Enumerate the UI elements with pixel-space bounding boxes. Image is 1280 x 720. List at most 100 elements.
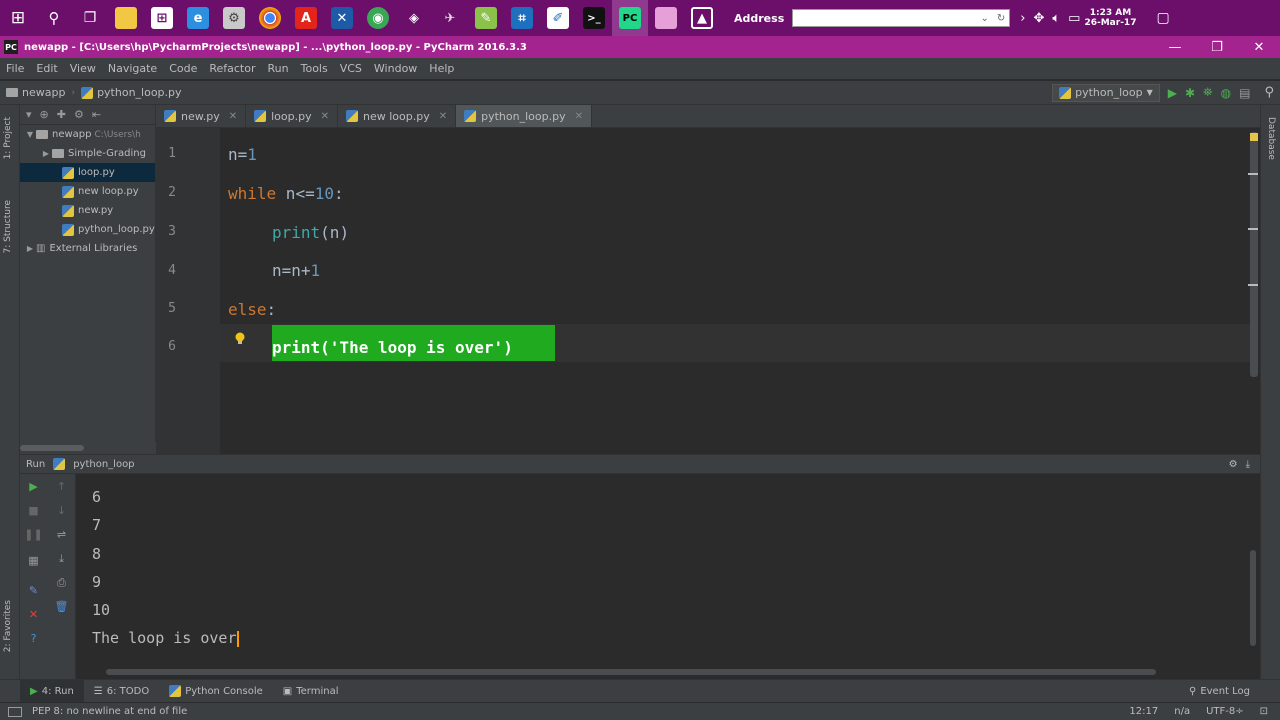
lightbulb-icon[interactable] [234,332,246,346]
notepad-plus-button[interactable]: ✎ [468,0,504,36]
cmd-button[interactable]: >_ [576,0,612,36]
expand-icon[interactable]: ✚ [57,108,66,121]
unity-button[interactable]: ◈ [396,0,432,36]
file-encoding[interactable]: UTF-8÷ [1206,706,1244,717]
menu-vcs[interactable]: VCS [334,62,368,75]
line-separator[interactable]: n/a [1174,706,1190,717]
coverage-icon[interactable]: ⛯ [1203,85,1213,100]
tool-tab-structure[interactable]: 7: Structure [3,200,13,254]
taskbar-clock[interactable]: 1:23 AM 26-Mar-17 [1084,8,1136,28]
tab-new-loop-py[interactable]: new loop.py ✕ [338,105,457,127]
pycharm-button[interactable]: PC [612,0,648,36]
move-icon[interactable]: ✥ [1033,11,1044,26]
scroll-from-source-icon[interactable]: ⊕ [40,108,49,121]
stripe-mark[interactable] [1248,228,1258,230]
tab-python-loop-py[interactable]: python_loop.py ✕ [456,105,592,127]
event-log-button[interactable]: ⚲ Event Log [1179,680,1280,703]
task-view-button[interactable]: ❐ [72,0,108,36]
editor-vertical-scrollbar[interactable] [1250,132,1258,377]
menu-window[interactable]: Window [368,62,423,75]
tree-item-file[interactable]: python_loop.py [20,220,155,239]
tool-tab-terminal[interactable]: ▣ Terminal [273,680,349,703]
search-everywhere-icon[interactable]: ⚲ [1264,85,1274,100]
tree-item-file[interactable]: new.py [20,201,155,220]
ie-button[interactable]: e [180,0,216,36]
tab-new-py[interactable]: new.py ✕ [156,105,247,127]
scroll-to-end-icon[interactable]: ⤓ [55,552,68,565]
tree-item-root[interactable]: ▼ newapp C:\Users\h [20,125,155,144]
close-icon[interactable]: ✕ [439,111,447,122]
settings-button[interactable]: ⚙ [216,0,252,36]
run-config-select[interactable]: python_loop ▼ [1052,83,1160,102]
menu-edit[interactable]: Edit [30,62,63,75]
file-explorer-button[interactable] [108,0,144,36]
chrome-button[interactable] [252,0,288,36]
lock-icon[interactable]: ⊡ [1260,706,1268,717]
volume-icon[interactable]: 🔈︎ [1052,11,1060,26]
tree-item-folder[interactable]: ▶ Simple-Grading [20,144,155,163]
tree-item-external-libraries[interactable]: ▶ ▥ External Libraries [20,239,155,258]
android-button[interactable]: ◉ [360,0,396,36]
menu-help[interactable]: Help [423,62,460,75]
stop-icon[interactable]: ▤ [1239,86,1250,100]
hide-icon[interactable]: ⇤ [92,108,101,121]
notifications-icon[interactable]: ▢ [1156,10,1169,26]
tree-item-file[interactable]: new loop.py [20,182,155,201]
paint-button[interactable] [648,0,684,36]
game-button[interactable]: ✈ [432,0,468,36]
code-editor[interactable]: 1 2 3 4 5 6 n=1 while n<=10: print(n) n=… [156,128,1260,454]
pin-icon[interactable]: ✎ [27,584,40,597]
clear-all-icon[interactable]: 🗑︎ [55,600,69,613]
run-icon[interactable]: ▶ [1168,86,1177,100]
maximize-button[interactable]: ❐ [1196,40,1238,55]
tab-loop-py[interactable]: loop.py ✕ [246,105,338,127]
arrow-down-icon[interactable]: ↓ [55,504,68,517]
tool-tab-todo[interactable]: ☰ 6: TODO [84,680,159,703]
gear-icon[interactable]: ⚙ [74,108,84,121]
close-icon[interactable]: ✕ [321,111,329,122]
menu-refactor[interactable]: Refactor [203,62,261,75]
chevron-right-icon[interactable]: › [1020,11,1025,26]
console-vertical-scrollbar[interactable] [1250,550,1256,646]
gear-icon[interactable]: ⚙ [1229,459,1238,470]
close-window-button[interactable]: ✕ [1238,40,1280,55]
battery-icon[interactable]: ▭ [1068,11,1080,26]
network-button[interactable]: ✕ [324,0,360,36]
stripe-mark[interactable] [1248,173,1258,175]
taskbar-search-button[interactable]: ⚲ [36,0,72,36]
tool-tab-python-console[interactable]: Python Console [159,680,273,703]
store-button[interactable]: ⊞ [144,0,180,36]
help-icon[interactable]: ? [27,632,40,645]
run-config-tab[interactable]: python_loop [73,459,134,470]
pause-icon[interactable]: ❚❚ [24,528,42,541]
run-console[interactable]: 6 7 8 9 10 The loop is over [76,474,1260,679]
menu-run[interactable]: Run [262,62,295,75]
tool-tab-favorites[interactable]: 2: Favorites [3,600,13,652]
close-icon[interactable]: ✕ [229,111,237,122]
close-icon[interactable]: ✕ [27,608,40,621]
collapse-icon[interactable]: ▾ [26,108,32,121]
tool-tab-run[interactable]: ▶ 4: Run [20,679,84,703]
menu-view[interactable]: View [64,62,102,75]
minimize-button[interactable]: — [1154,40,1196,55]
console-horizontal-scrollbar[interactable] [106,669,1156,675]
project-horizontal-scrollbar[interactable] [20,442,156,454]
stop-icon[interactable]: ■ [27,504,40,517]
soft-wrap-icon[interactable]: ⇌ [55,528,68,541]
caret-position[interactable]: 12:17 [1129,706,1158,717]
rerun-icon[interactable]: ▶ [27,480,40,493]
breadcrumb-project[interactable]: newapp [0,86,71,99]
screen-capture-button[interactable]: ⌗ [504,0,540,36]
breadcrumb-file[interactable]: python_loop.py [75,86,187,99]
menu-file[interactable]: File [0,62,30,75]
debug-icon[interactable]: ✱ [1185,86,1195,100]
tool-tab-database[interactable]: Database [1266,117,1276,160]
windows-start-button[interactable]: ⊞ [0,0,36,36]
acrobat-button[interactable]: A [288,0,324,36]
tool-tab-project[interactable]: 1: Project [3,117,13,159]
tree-item-file-selected[interactable]: loop.py [20,163,155,182]
pdf-edit-button[interactable]: ✐ [540,0,576,36]
profile-icon[interactable]: ◍ [1221,86,1231,100]
menu-tools[interactable]: Tools [295,62,334,75]
menu-code[interactable]: Code [163,62,203,75]
